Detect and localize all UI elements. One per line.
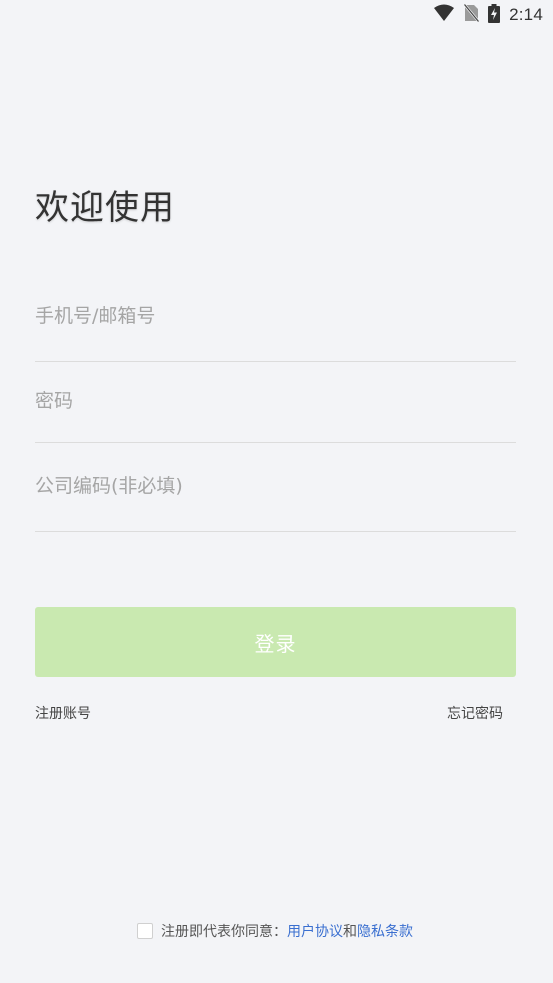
company-code-input[interactable] (35, 474, 516, 498)
password-field (35, 375, 516, 443)
status-bar: 2:14 (0, 0, 553, 30)
phone-email-input[interactable] (35, 304, 516, 328)
status-time: 2:14 (509, 5, 543, 24)
agreement-text: 注册即代表你同意： (161, 924, 287, 940)
agreement-checkbox[interactable] (137, 923, 153, 939)
agreement-and: 和 (343, 924, 357, 940)
wifi-icon (433, 4, 455, 26)
user-agreement-link[interactable]: 用户协议 (287, 921, 343, 941)
phone-email-field (35, 290, 516, 362)
no-sim-icon (463, 3, 481, 26)
register-link[interactable]: 注册账号 (35, 703, 91, 723)
company-code-field (35, 460, 516, 532)
agreement-row: 注册即代表你同意： 用户协议 和 隐私条款 (137, 920, 413, 942)
forgot-password-link[interactable]: 忘记密码 (447, 703, 503, 723)
battery-charging-icon (488, 3, 501, 27)
login-button[interactable]: 登录 (35, 607, 516, 677)
privacy-policy-link[interactable]: 隐私条款 (357, 921, 413, 941)
status-icons: 2:14 (433, 3, 543, 27)
password-input[interactable] (35, 389, 516, 413)
page-title: 欢迎使用 (35, 188, 175, 228)
